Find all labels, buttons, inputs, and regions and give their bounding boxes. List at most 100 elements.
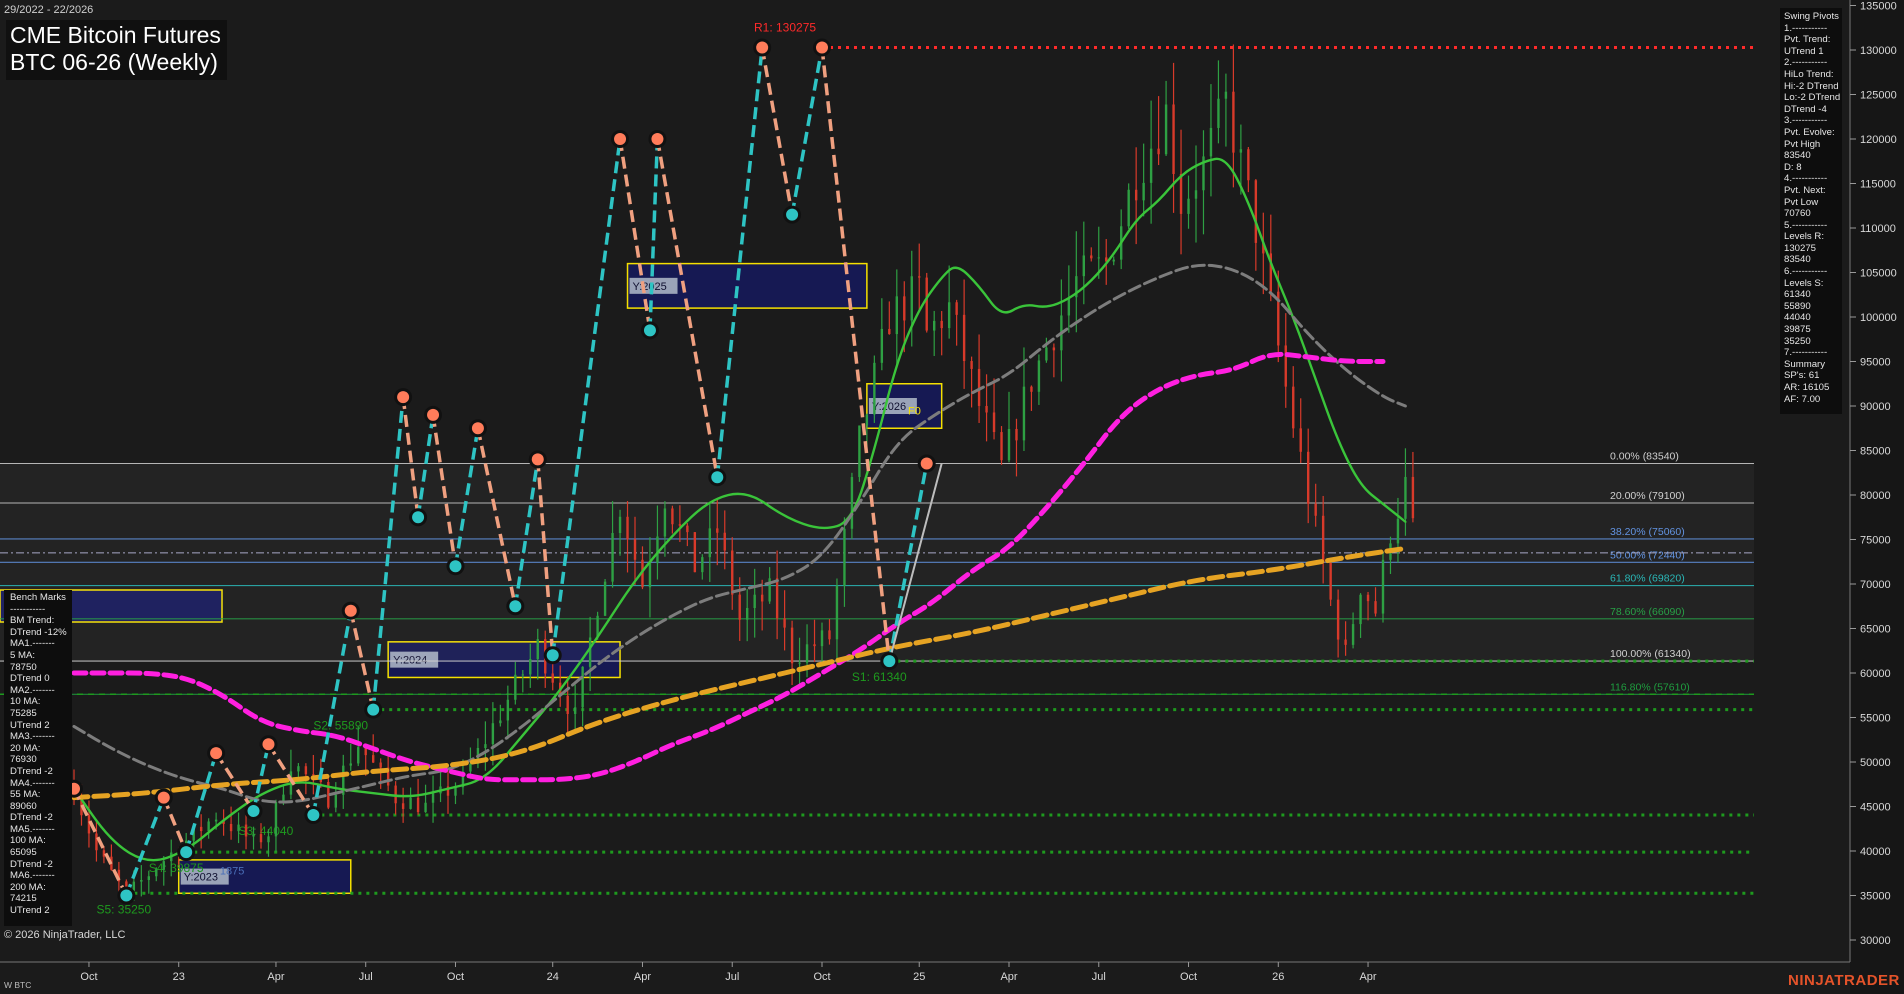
candle-body — [469, 763, 472, 772]
y-tick-label: 65000 — [1860, 624, 1891, 636]
candle-body — [678, 524, 682, 526]
x-tick-label: 25 — [913, 971, 925, 983]
candle-body — [686, 525, 689, 533]
y-tick-label: 55000 — [1860, 713, 1891, 725]
swing-panel-line: AF: 7.00 — [1784, 393, 1821, 405]
swing-pivot-dot — [397, 391, 410, 404]
candle-body — [1351, 624, 1355, 645]
candle-body — [962, 314, 966, 362]
candle-body — [1179, 173, 1183, 214]
x-tick-label: 23 — [173, 971, 185, 983]
swing-pivot-dot — [262, 738, 275, 751]
swing-panel-line: 1.----------- — [1784, 22, 1828, 34]
candle-body — [394, 785, 397, 804]
candle-body — [199, 826, 203, 832]
bench-panel-line: 10 MA: — [10, 696, 41, 708]
swing-pivot-dot — [427, 408, 440, 421]
candle-body — [499, 720, 502, 724]
x-tick-label: Oct — [1180, 971, 1197, 983]
candle-body — [1374, 601, 1377, 614]
bench-panel-line: MA6.------- — [10, 870, 55, 882]
candle-body — [588, 637, 592, 667]
y-tick-label: 105000 — [1860, 268, 1897, 280]
candle-body — [970, 361, 973, 369]
candle-body — [1015, 428, 1018, 441]
swing-panel-line: 70760 — [1784, 208, 1811, 220]
candle-body — [484, 744, 487, 748]
bench-panel-line: DTrend 0 — [10, 673, 50, 685]
y-tick-label: 100000 — [1860, 312, 1897, 324]
x-tick-label: Jul — [1092, 971, 1106, 983]
candle-body — [992, 412, 996, 433]
candle-body — [746, 608, 749, 620]
candle-body — [491, 723, 495, 745]
candle-body — [1037, 360, 1041, 392]
y-tick-label: 40000 — [1860, 846, 1891, 858]
candle-body — [1052, 347, 1056, 351]
y-tick-label: 80000 — [1860, 490, 1891, 502]
candle-body — [1247, 149, 1250, 181]
candle-body — [431, 793, 435, 803]
candle-body — [102, 850, 106, 857]
candle-body — [805, 644, 809, 663]
ninjatrader-logo: NINJATRADER — [1788, 972, 1900, 989]
swing-pivot-dot — [883, 655, 896, 668]
candle-body — [626, 516, 629, 540]
candle-body — [573, 707, 577, 714]
bench-panel-line: 89060 — [10, 800, 37, 812]
candle-body — [1366, 594, 1370, 602]
y-tick-label: 135000 — [1860, 1, 1897, 13]
y-tick-label: 130000 — [1860, 45, 1897, 57]
bench-panel-line: Bench Marks — [10, 592, 66, 603]
candle-body — [1411, 476, 1415, 519]
swing-pivot-dot — [756, 41, 769, 54]
candle-body — [1142, 182, 1145, 201]
swing-panel-line: Pvt. Evolve: — [1784, 126, 1835, 138]
swing-panel-line: D: 8 — [1784, 161, 1802, 173]
swing-pivot-dot — [247, 804, 260, 817]
swing-pivot-dot — [471, 422, 484, 435]
candle-body — [947, 302, 951, 329]
candle-body — [843, 528, 846, 586]
bench-panel-line: DTrend -2 — [10, 765, 53, 777]
candle-body — [1157, 148, 1160, 155]
swing-panel-line: Swing Pivots — [1784, 11, 1839, 22]
candle-body — [140, 879, 143, 882]
swing-panel-line: AR: 16105 — [1784, 382, 1830, 393]
candle-body — [933, 320, 936, 331]
y-tick-label: 120000 — [1860, 134, 1897, 146]
candle-body — [424, 802, 427, 813]
swing-pivot-dot — [786, 208, 799, 221]
candle-body — [1172, 104, 1175, 174]
candle-body — [656, 536, 659, 564]
candle-body — [663, 508, 667, 537]
y-tick-label: 125000 — [1860, 90, 1897, 102]
support-level-label: S2: 55890 — [313, 719, 368, 733]
bench-panel-line: 200 MA: — [10, 881, 46, 893]
candle-body — [155, 869, 158, 877]
candle-body — [349, 763, 352, 766]
candle-body — [536, 639, 539, 660]
swing-pivots-panel: Swing Pivots 1.----------- Pvt. Trend: UTre… — [1780, 8, 1842, 414]
swing-pivot-dot — [157, 791, 170, 804]
f0-label: F0 — [908, 405, 921, 417]
y-tick-label: 50000 — [1860, 757, 1891, 769]
price-chart[interactable]: 30000 35000 40000 45000 50000 55000 60000 65000… — [0, 0, 1904, 994]
x-tick-label: Oct — [80, 971, 97, 983]
swing-pivot-dot — [210, 747, 223, 760]
candle-body — [1396, 518, 1400, 544]
swing-panel-line: HiLo Trend: — [1784, 68, 1834, 80]
y-tick-label: 90000 — [1860, 401, 1891, 413]
copyright-text: © 2026 NinjaTrader, LLC — [4, 929, 126, 941]
bench-panel-line: MA1.------- — [10, 638, 55, 650]
candle-body — [888, 328, 891, 335]
swing-panel-line: Summary — [1784, 358, 1826, 370]
candle-body — [895, 296, 898, 335]
yearly-box-label: Y:2025 — [633, 281, 667, 293]
candle-body — [985, 405, 988, 413]
bench-panel-line: 65095 — [10, 847, 37, 859]
candle-body — [1232, 91, 1235, 153]
candle-body — [925, 277, 928, 331]
candle-body — [1187, 198, 1190, 214]
candle-body — [955, 302, 958, 315]
